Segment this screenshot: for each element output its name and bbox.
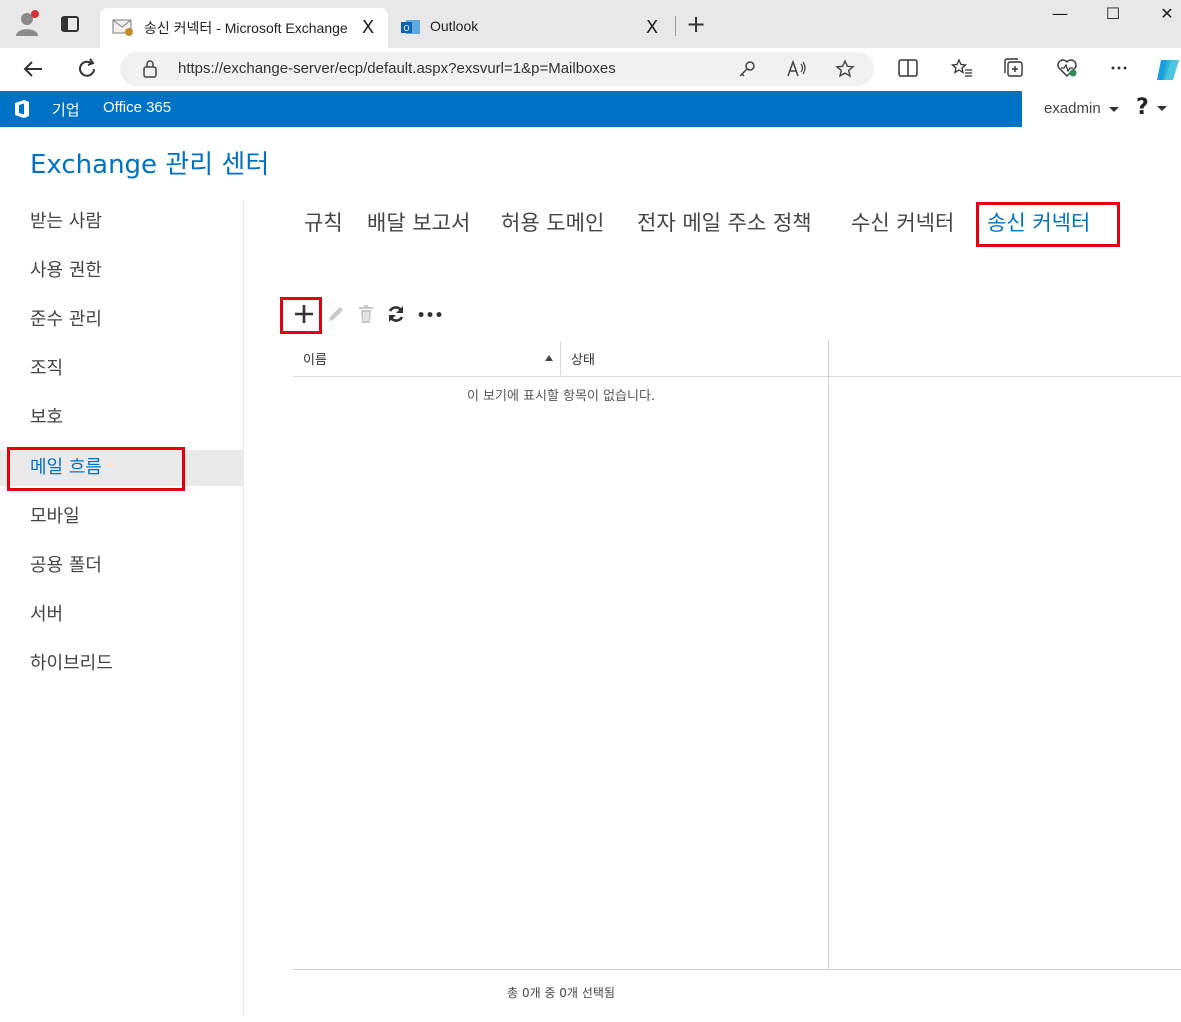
nav-item-protection[interactable]: 보호 <box>0 400 244 436</box>
tab-separator <box>675 16 676 36</box>
refresh-button[interactable] <box>378 298 414 334</box>
office365-bar: 기업 Office 365 exadmin ? <box>0 91 1181 127</box>
key-icon[interactable] <box>736 59 758 81</box>
nav-item-mobile[interactable]: 모바일 <box>0 499 244 535</box>
connectors-grid: 이름 상태 이 보기에 표시할 항목이 없습니다. <box>293 340 1181 970</box>
tab-email-address-policies[interactable]: 전자 메일 주소 정책 <box>637 207 812 237</box>
lock-icon[interactable] <box>142 60 158 78</box>
profile-icon[interactable] <box>14 10 40 36</box>
grid-header: 이름 상태 <box>293 340 829 377</box>
tab-outlook[interactable]: O Outlook X <box>392 8 672 48</box>
highlight-box-add <box>280 297 322 334</box>
column-header-name[interactable]: 이름 <box>303 349 327 368</box>
favorites-icon[interactable] <box>950 58 974 80</box>
read-aloud-icon[interactable] <box>786 59 808 81</box>
split-screen-icon[interactable] <box>896 58 920 80</box>
grid-bottom-line <box>293 969 1181 970</box>
tab-accepted-domains[interactable]: 허용 도메인 <box>501 207 604 237</box>
copilot-icon[interactable] <box>1155 58 1179 80</box>
tab-close-button[interactable]: X <box>358 17 378 38</box>
column-header-status[interactable]: 상태 <box>571 349 595 368</box>
grid-detail-divider <box>828 340 829 970</box>
new-tab-button[interactable]: + <box>684 12 708 36</box>
url-text: https://exchange-server/ecp/default.aspx… <box>178 60 616 77</box>
favorite-star-icon[interactable] <box>834 59 856 81</box>
back-icon[interactable] <box>20 56 46 82</box>
outlook-favicon-icon: O <box>400 17 422 37</box>
edit-icon <box>326 304 346 328</box>
tab-rules[interactable]: 규칙 <box>304 207 343 237</box>
highlight-box-mail-flow <box>7 447 185 491</box>
more-options-icon[interactable] <box>1107 58 1131 80</box>
browser-tab-bar: 송신 커넥터 - Microsoft Exchange X O Outlook … <box>0 0 1181 48</box>
maximize-button[interactable]: ☐ <box>1098 4 1128 28</box>
delete-icon <box>357 304 375 328</box>
selection-status: 총 0개 중 0개 선택됨 <box>507 986 615 1000</box>
tab-close-button[interactable]: X <box>642 17 662 38</box>
chevron-down-icon <box>1156 105 1167 111</box>
close-window-button[interactable]: ✕ <box>1152 4 1181 28</box>
exchange-favicon-icon <box>112 17 134 37</box>
browser-essentials-icon[interactable] <box>1055 58 1079 80</box>
user-menu[interactable]: exadmin <box>1044 100 1119 117</box>
svg-text:O: O <box>403 24 409 33</box>
nav-item-permissions[interactable]: 사용 권한 <box>0 253 244 289</box>
more-button[interactable]: ••• <box>412 298 448 334</box>
column-separator <box>560 342 561 375</box>
nav-item-recipients[interactable]: 받는 사람 <box>0 204 244 240</box>
tab-send-connector[interactable]: 송신 커넥터 - Microsoft Exchange X <box>100 8 388 48</box>
enterprise-link[interactable]: 기업 <box>52 99 80 120</box>
left-nav: 받는 사람 사용 권한 준수 관리 조직 보호 메일 흐름 모바일 공용 폴더 … <box>0 200 244 1015</box>
tab-receive-connectors[interactable]: 수신 커넥터 <box>851 207 954 237</box>
minimize-button[interactable]: — <box>1045 4 1075 28</box>
tab-actions-icon[interactable] <box>60 14 80 34</box>
nav-item-public-folders[interactable]: 공용 폴더 <box>0 548 244 584</box>
nav-item-compliance[interactable]: 준수 관리 <box>0 302 244 338</box>
office365-link[interactable]: Office 365 <box>103 99 171 116</box>
nav-item-hybrid[interactable]: 하이브리드 <box>0 646 244 682</box>
highlight-box-send-connectors <box>976 202 1120 247</box>
help-menu[interactable]: ? <box>1136 95 1167 120</box>
refresh-page-icon[interactable] <box>74 56 100 82</box>
tab-title: Outlook <box>430 18 479 34</box>
collections-icon[interactable] <box>1002 58 1026 80</box>
tab-delivery-reports[interactable]: 배달 보고서 <box>367 207 470 237</box>
nav-item-organization[interactable]: 조직 <box>0 351 244 387</box>
refresh-icon <box>386 304 406 328</box>
nav-item-servers[interactable]: 서버 <box>0 597 244 633</box>
chevron-down-icon <box>1108 106 1119 112</box>
user-name: exadmin <box>1044 100 1101 117</box>
url-field[interactable]: https://exchange-server/ecp/default.aspx… <box>120 52 874 86</box>
detail-pane-header-line <box>829 376 1181 377</box>
tab-title: 송신 커넥터 - Microsoft Exchange <box>144 20 348 36</box>
address-bar-row: https://exchange-server/ecp/default.aspx… <box>0 48 1181 90</box>
help-icon: ? <box>1136 95 1149 120</box>
empty-message: 이 보기에 표시할 항목이 없습니다. <box>466 389 656 404</box>
page-title: Exchange 관리 센터 <box>30 150 270 180</box>
more-icon: ••• <box>416 308 444 324</box>
office-logo-icon[interactable] <box>12 99 32 119</box>
user-area: exadmin ? <box>1022 91 1181 127</box>
sort-ascending-icon <box>545 355 553 361</box>
